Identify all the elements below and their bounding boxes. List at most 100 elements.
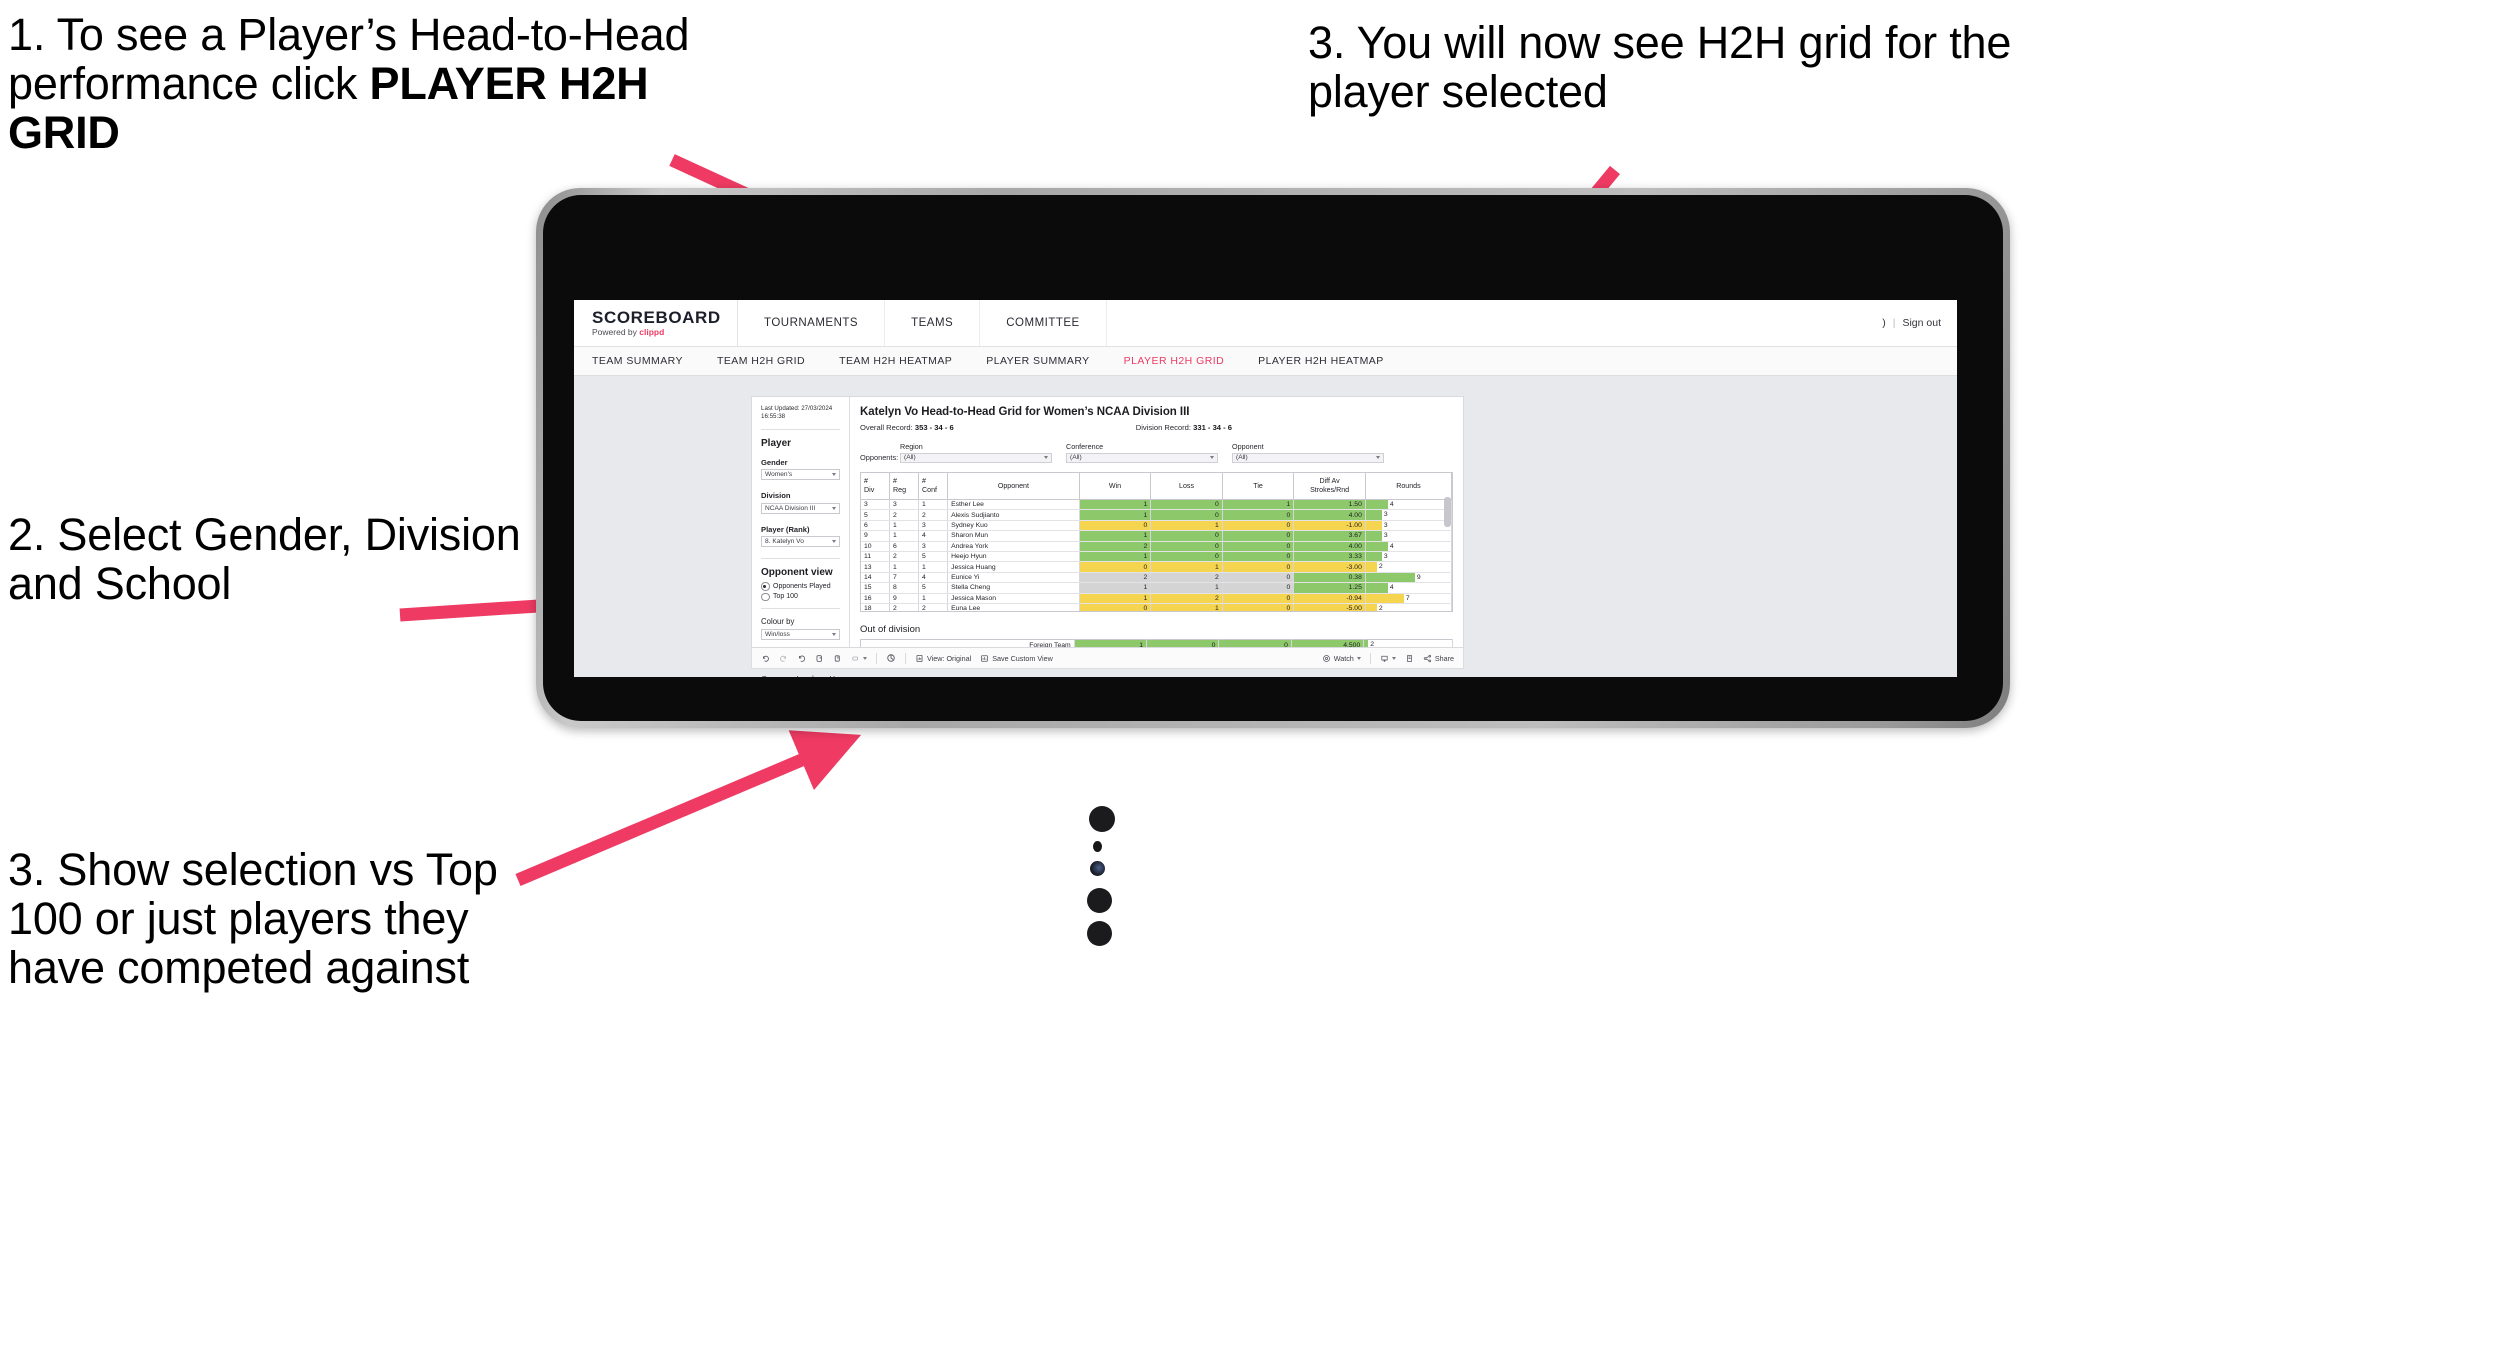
content-pane: Katelyn Vo Head-to-Head Grid for Women’s… [850,397,1463,647]
table-row[interactable]: 5 2 2 Alexis Sudjianto 1 0 0 4.00 3 [861,509,1452,521]
cell-reg: 2 [889,509,920,521]
page-title: Katelyn Vo Head-to-Head Grid for Women’s… [860,406,1190,418]
lens-icon [1090,861,1105,876]
rounds-bar [1365,520,1382,530]
redo-button[interactable] [779,654,788,663]
cell-opponent: Andrea York [947,541,1080,552]
gender-label: Gender [761,457,788,467]
cell-tie: 0 [1222,551,1295,563]
table-row[interactable]: 3 3 1 Esther Lee 1 0 1 1.50 4 [861,499,1452,511]
cell-diff: -5.00 [1293,603,1366,611]
table-row[interactable]: 10 6 3 Andrea York 2 0 0 4.00 4 [861,541,1452,552]
out-of-division-title: Out of division [860,624,921,635]
gender-dropdown[interactable]: Women's [761,469,840,481]
app-header: SCOREBOARD Powered by clippd TOURNAMENTS… [574,300,1957,347]
divider [905,652,906,664]
radio-opponents-played[interactable]: Opponents Played [761,582,840,591]
table-row[interactable]: 6 1 3 Sydney Kuo 0 1 0 -1.00 3 [861,520,1452,532]
cell-tie: 0 [1222,593,1295,604]
opponent-label: Opponent [1232,442,1264,451]
app-logo[interactable]: SCOREBOARD Powered by clippd [574,300,738,346]
out-of-division-table: Foreign Team1004.5002NAIA Division 11500… [860,639,1453,647]
cell-div: 3 [861,499,890,511]
cell-div: 11 [861,551,890,563]
sensor-icon [1093,841,1102,852]
radio-unselected-icon [761,592,770,602]
table-row[interactable]: 11 2 5 Heejo Hyun 1 0 0 3.33 3 [861,551,1452,563]
table-row[interactable]: 14 7 4 Eunice Yi 2 2 0 0.38 9 [861,572,1452,584]
legend-label-level: Level [797,674,814,677]
volume-up-button[interactable] [1087,888,1112,913]
gender-value: Women's [765,471,793,479]
cell-conf: 1 [918,593,949,604]
device-preview-button[interactable] [886,653,896,663]
chevron-down-icon [1391,656,1396,660]
volume-down-button[interactable] [1087,921,1112,946]
refresh-button[interactable] [815,654,824,663]
division-dropdown[interactable]: NCAA Division III [761,502,840,514]
col-conf-line1: # [922,477,926,486]
table-row[interactable]: 13 1 1 Jessica Huang 0 1 0 -3.00 2 [861,561,1452,573]
save-custom-view-button[interactable]: Save Custom View [980,654,1053,663]
tab-player-h2h-heatmap[interactable]: PLAYER H2H HEATMAP [1258,355,1384,367]
nav-tournaments[interactable]: TOURNAMENTS [738,300,886,346]
region-filter: Region (All) [900,442,1052,463]
rounds-cell: 2 [1365,561,1452,573]
logo-subtitle: Powered by clippd [592,328,737,337]
fullscreen-button[interactable] [1405,654,1414,663]
tab-team-h2h-grid[interactable]: TEAM H2H GRID [717,355,805,367]
conference-dropdown[interactable]: (All) [1066,452,1218,463]
table-row[interactable]: 16 9 1 Jessica Mason 1 2 0 -0.94 7 [861,593,1452,604]
sign-out-link[interactable]: Sign out [1902,317,1941,329]
table-scrollbar[interactable] [1444,497,1451,527]
rounds-value: 4 [1389,542,1394,550]
tab-team-summary[interactable]: TEAM SUMMARY [592,355,683,367]
sub-nav: TEAM SUMMARY TEAM H2H GRID TEAM H2H HEAT… [574,347,1957,376]
watch-button[interactable]: Watch [1322,654,1361,663]
tab-team-h2h-heatmap[interactable]: TEAM H2H HEATMAP [839,355,952,367]
nav-teams[interactable]: TEAMS [885,300,981,346]
opponent-filter-row: Opponents: Region (All) Conference (All)… [860,442,1453,463]
h2h-table-body: 3 3 1 Esther Lee 1 0 1 1.50 4 5 2 2 Alexis Sudjianto… [861,499,1452,611]
table-row[interactable]: 18 2 2 Euna Lee 0 1 0 -5.00 2 [861,603,1452,611]
colour-by-dropdown[interactable]: Win/loss [761,628,840,640]
table-row[interactable]: Foreign Team 1 0 0 4.500 2 [860,639,1453,647]
legend-label-up: Up [830,674,839,677]
cell-diff: 1.50 [1293,499,1366,511]
table-row[interactable]: 15 8 5 Stella Cheng 1 1 0 1.25 4 [861,582,1452,594]
chevron-down-icon [832,540,836,544]
rounds-cell: 4 [1365,582,1452,594]
annotation-step-3-right: 3. You will now see H2H grid for the pla… [1308,17,2012,118]
region-dropdown[interactable]: (All) [900,452,1052,463]
pan-dropdown[interactable] [851,654,867,663]
opponent-dropdown[interactable]: (All) [1232,452,1384,463]
chevron-down-icon [1044,456,1048,460]
view-original-label: View: Original [927,653,972,663]
chevron-down-icon [1356,656,1361,660]
nav-committee[interactable]: COMMITTEE [980,300,1107,346]
cell-tie: 0 [1222,561,1295,573]
rounds-cell: 3 [1365,530,1452,542]
rounds-value: 3 [1383,532,1388,540]
download-button[interactable] [1380,654,1396,663]
revert-button[interactable] [797,654,806,663]
share-button[interactable]: Share [1423,654,1454,663]
table-row[interactable]: 9 1 4 Sharon Mun 1 0 0 3.67 3 [861,530,1452,542]
rounds-bar [1365,500,1388,509]
dashboard-sheet: Last Updated: 27/03/2024 16:55:38 Player… [751,396,1464,677]
rounds-value: 3 [1383,552,1388,560]
cell-opponent: Heejo Hyun [947,551,1080,563]
view-original-button[interactable]: View: Original [915,654,971,663]
radio-selected-icon [761,582,770,591]
cell-opponent: Jessica Mason [947,593,1080,604]
col-reg: # Reg [889,473,920,500]
radio-top-100[interactable]: Top 100 [761,592,840,602]
tab-player-summary[interactable]: PLAYER SUMMARY [986,355,1089,367]
cell-win: 0 [1079,561,1152,573]
player-rank-dropdown[interactable]: 8. Katelyn Vo [761,536,840,548]
undo-button[interactable] [761,654,770,663]
pause-button[interactable] [833,654,842,663]
cell-conf: 4 [918,572,949,584]
tab-player-h2h-grid[interactable]: PLAYER H2H GRID [1124,355,1225,367]
filter-section-title: Player [761,437,792,449]
